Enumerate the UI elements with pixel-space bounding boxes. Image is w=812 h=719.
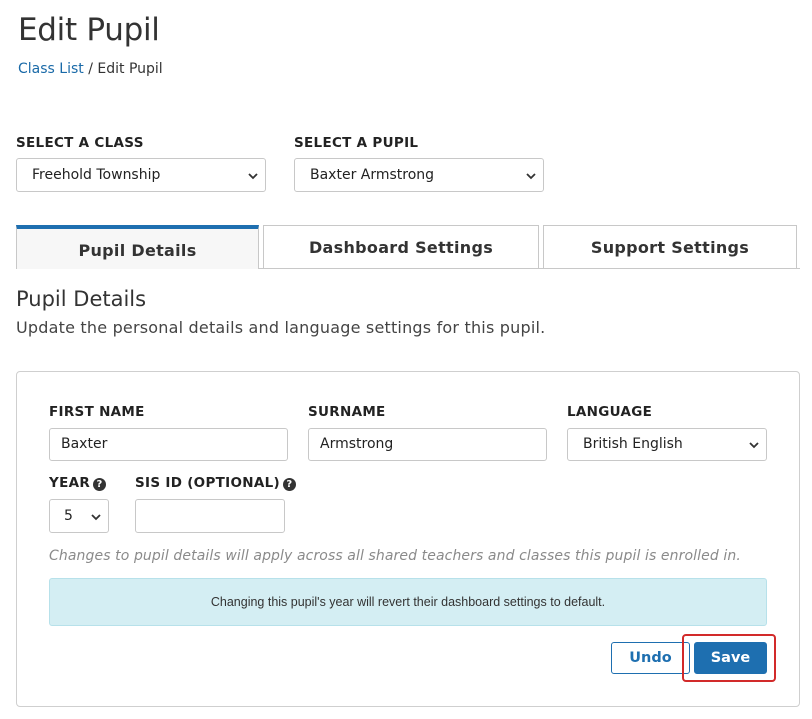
surname-input[interactable]: Armstrong bbox=[308, 428, 547, 461]
sis-id-label-group: SIS ID (OPTIONAL)? bbox=[135, 475, 296, 491]
save-button[interactable]: Save bbox=[694, 642, 767, 674]
language-dropdown[interactable]: British English bbox=[567, 428, 767, 461]
question-circle-icon[interactable]: ? bbox=[282, 478, 296, 491]
year-change-alert: Changing this pupil's year will revert t… bbox=[49, 578, 767, 626]
sis-id-input[interactable] bbox=[135, 499, 285, 533]
first-name-label: FIRST NAME bbox=[49, 404, 145, 420]
page-title: Edit Pupil bbox=[18, 12, 160, 48]
question-circle-icon[interactable]: ? bbox=[93, 478, 107, 491]
chevron-down-icon bbox=[526, 173, 536, 180]
select-class-dropdown[interactable]: Freehold Township bbox=[16, 158, 266, 192]
breadcrumb-separator: / bbox=[88, 61, 93, 77]
year-label: YEAR bbox=[49, 475, 91, 491]
tab-support-settings[interactable]: Support Settings bbox=[543, 225, 797, 269]
select-pupil-dropdown[interactable]: Baxter Armstrong bbox=[294, 158, 544, 192]
chevron-down-icon bbox=[749, 442, 759, 449]
language-value: British English bbox=[583, 436, 683, 452]
year-label-group: YEAR? bbox=[49, 475, 107, 491]
select-class-value: Freehold Township bbox=[32, 167, 161, 183]
tab-dashboard-settings[interactable]: Dashboard Settings bbox=[263, 225, 539, 269]
tab-pupil-details[interactable]: Pupil Details bbox=[16, 225, 259, 269]
surname-label: SURNAME bbox=[308, 404, 386, 420]
section-title: Pupil Details bbox=[16, 287, 147, 311]
shared-changes-note: Changes to pupil details will apply acro… bbox=[49, 548, 741, 564]
section-subtitle: Update the personal details and language… bbox=[16, 318, 546, 337]
breadcrumb-link-class-list[interactable]: Class List bbox=[18, 61, 84, 77]
sis-id-label: SIS ID (OPTIONAL) bbox=[135, 475, 280, 491]
year-dropdown[interactable]: 5 bbox=[49, 499, 109, 533]
select-pupil-label: SELECT A PUPIL bbox=[294, 135, 419, 151]
tabs-divider bbox=[258, 268, 800, 269]
language-label: LANGUAGE bbox=[567, 404, 653, 420]
breadcrumb: Class List / Edit Pupil bbox=[18, 61, 163, 77]
breadcrumb-current: Edit Pupil bbox=[97, 61, 163, 77]
undo-button[interactable]: Undo bbox=[611, 642, 690, 674]
chevron-down-icon bbox=[248, 173, 258, 180]
select-pupil-value: Baxter Armstrong bbox=[310, 167, 435, 183]
first-name-input[interactable]: Baxter bbox=[49, 428, 288, 461]
select-class-label: SELECT A CLASS bbox=[16, 135, 144, 151]
chevron-down-icon bbox=[91, 514, 101, 521]
year-value: 5 bbox=[64, 508, 73, 524]
